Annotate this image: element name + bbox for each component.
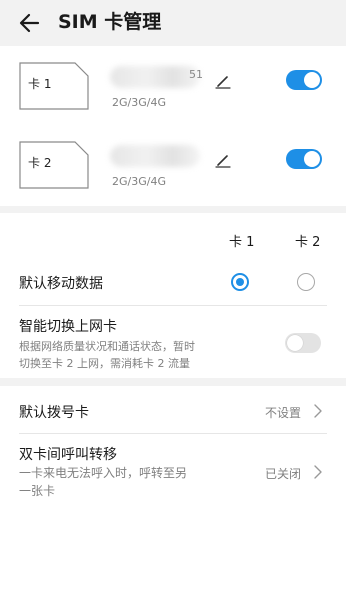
- smart-switch-toggle[interactable]: [285, 333, 321, 353]
- smart-switch-label: 智能切换上网卡: [19, 319, 117, 335]
- chevron-right-icon: [314, 404, 322, 418]
- sim-network: 2G/3G/4G: [112, 96, 166, 109]
- call-forward-row[interactable]: 双卡间呼叫转移 一卡来电无法呼入时，呼转至另 一张卡 已关闭: [0, 434, 346, 504]
- smart-switch-description: 根据网络质量状况和通话状态，暂时: [19, 340, 195, 353]
- sim-label: 卡 2: [28, 156, 52, 170]
- sim-network: 2G/3G/4G: [112, 175, 166, 188]
- sim-2-toggle[interactable]: [286, 149, 322, 169]
- default-dial-label: 默认拨号卡: [19, 405, 89, 421]
- toggle-knob: [304, 72, 320, 88]
- edit-icon[interactable]: [214, 72, 232, 90]
- back-arrow-icon[interactable]: [16, 9, 44, 37]
- default-data-radio-card1[interactable]: [231, 273, 249, 291]
- sim-label: 卡 1: [28, 77, 52, 91]
- sim-number-blurred: [110, 66, 200, 88]
- sim-row-1: 卡 1 51 2G/3G/4G: [0, 62, 346, 124]
- column-header-card2: 卡 2: [295, 235, 321, 250]
- sim-1-toggle[interactable]: [286, 70, 322, 90]
- sim-number-blurred: [110, 145, 200, 167]
- data-settings-section: 卡 1 卡 2 默认移动数据 智能切换上网卡 根据网络质量状况和通话状态，暂时 …: [0, 213, 346, 378]
- call-forward-value: 已关闭: [265, 467, 302, 481]
- call-forward-description: 一卡来电无法呼入时，呼转至另: [19, 466, 188, 480]
- default-data-radio-card2[interactable]: [297, 273, 315, 291]
- chevron-right-icon: [314, 465, 322, 479]
- sim-number-suffix: 51: [189, 68, 203, 81]
- sim-row-2: 卡 2 2G/3G/4G: [0, 141, 346, 203]
- smart-switch-description-2: 切换至卡 2 上网，需消耗卡 2 流量: [19, 357, 190, 370]
- call-forward-label: 双卡间呼叫转移: [19, 447, 117, 463]
- edit-icon[interactable]: [214, 151, 232, 169]
- default-dial-value: 不设置: [265, 406, 302, 420]
- column-header-card1: 卡 1: [229, 235, 255, 250]
- app-header: SIM 卡管理: [0, 0, 346, 46]
- call-settings-section: 默认拨号卡 不设置 双卡间呼叫转移 一卡来电无法呼入时，呼转至另 一张卡 已关闭: [0, 386, 346, 602]
- page-title: SIM 卡管理: [58, 11, 162, 33]
- call-forward-description-2: 一张卡: [19, 484, 56, 498]
- sim-list-section: 卡 1 51 2G/3G/4G 卡 2 2G/3G/4G: [0, 46, 346, 206]
- toggle-knob: [287, 335, 303, 351]
- divider: [19, 305, 327, 306]
- toggle-knob: [304, 151, 320, 167]
- default-data-label: 默认移动数据: [19, 276, 103, 292]
- default-dial-row[interactable]: 默认拨号卡 不设置: [0, 386, 346, 432]
